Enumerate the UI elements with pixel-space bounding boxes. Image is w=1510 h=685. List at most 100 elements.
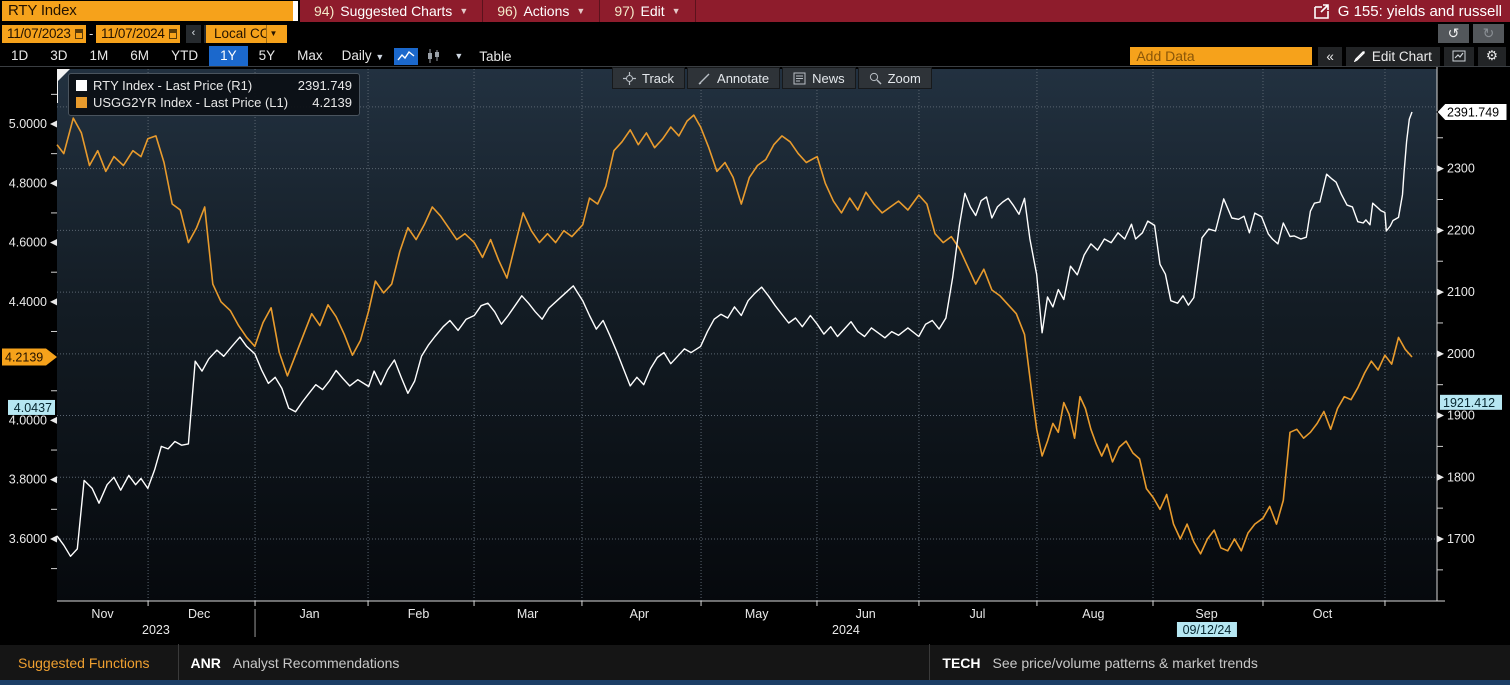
tab-1d[interactable]: 1D xyxy=(0,46,39,66)
taskbar-edge xyxy=(0,680,1510,685)
year-label: 2023 xyxy=(142,623,170,637)
right-axis-label: 1800 xyxy=(1447,470,1475,484)
edit-chart-button[interactable]: Edit Chart xyxy=(1346,47,1440,66)
month-label: Oct xyxy=(1313,607,1333,621)
menu-label: Suggested Charts xyxy=(340,3,452,19)
left-axis-label: 5.0000 xyxy=(9,117,47,131)
tab-3d[interactable]: 3D xyxy=(39,46,78,66)
collapse-panel-button[interactable]: « xyxy=(1318,47,1342,66)
month-label: May xyxy=(745,607,769,621)
legend-row-rty: RTY Index - Last Price (R1) 2391.749 xyxy=(76,77,352,94)
chart-title: G 155: yields and russell xyxy=(1338,3,1502,20)
menu-edit[interactable]: 97) Edit ▼ xyxy=(600,0,695,22)
left-axis-label: 4.8000 xyxy=(9,176,47,190)
undo-button[interactable]: ↺ xyxy=(1438,24,1469,43)
usgg2yr-legend-value: 4.2139 xyxy=(304,95,352,110)
tab-1y-selected[interactable]: 1Y xyxy=(209,46,248,66)
track-label: Track xyxy=(642,71,674,86)
currency-dropdown-arrow[interactable]: ▼ xyxy=(266,25,280,43)
menu-number: 97) xyxy=(614,3,634,19)
news-button[interactable]: News xyxy=(782,67,856,89)
right-tick-arrow xyxy=(1437,535,1444,542)
month-label: Jul xyxy=(969,607,985,621)
text-cursor xyxy=(293,1,298,21)
rty-legend-value: 2391.749 xyxy=(290,78,352,93)
legend-row-usgg2yr: USGG2YR Index - Last Price (L1) 4.2139 xyxy=(76,94,352,111)
redo-icon: ↻ xyxy=(1483,25,1495,41)
chart-type-dropdown-arrow[interactable]: ▼ xyxy=(448,51,469,61)
chart-edit-icon xyxy=(1452,50,1466,62)
tab-ytd[interactable]: YTD xyxy=(160,46,209,66)
security-input-value: RTY Index xyxy=(8,2,77,19)
start-date-field[interactable]: 11/07/2023 xyxy=(2,25,86,43)
annotate-button[interactable]: Annotate xyxy=(687,67,780,89)
calendar-icon[interactable] xyxy=(75,29,83,39)
line-chart-type-button[interactable] xyxy=(394,48,418,65)
rty-swatch xyxy=(76,80,87,91)
price-chart-canvas[interactable]: 5.00004.80004.60004.40004.00003.80003.60… xyxy=(0,67,1510,641)
menu-label: Edit xyxy=(641,3,665,19)
right-tick-arrow xyxy=(1437,165,1444,172)
tech-function-link[interactable]: TECH xyxy=(942,655,980,671)
add-data-input[interactable]: Add Data xyxy=(1130,47,1312,65)
menu-actions[interactable]: 96) Actions ▼ xyxy=(483,0,600,22)
month-label: Jun xyxy=(856,607,876,621)
track-button[interactable]: Track xyxy=(612,67,685,89)
title-bar: RTY Index 94) Suggested Charts ▼ 96) Act… xyxy=(0,0,1510,22)
tab-6m[interactable]: 6M xyxy=(119,46,160,66)
zoom-button[interactable]: Zoom xyxy=(858,67,932,89)
chart-legend[interactable]: RTY Index - Last Price (R1) 2391.749 USG… xyxy=(68,73,360,116)
suggested-functions-label: Suggested Functions xyxy=(0,655,178,671)
month-label: Apr xyxy=(630,607,649,621)
right-axis-label: 2300 xyxy=(1447,162,1475,176)
left-tick-arrow xyxy=(50,535,57,542)
candlestick-chart-type-button[interactable] xyxy=(422,48,446,65)
date-range-dash: - xyxy=(89,25,93,43)
track-crosshair-icon xyxy=(623,72,636,85)
calendar-icon[interactable] xyxy=(169,29,177,39)
plot-background xyxy=(57,69,1437,601)
end-date-field[interactable]: 11/07/2024 xyxy=(96,25,180,43)
chevron-down-icon: ▼ xyxy=(375,52,384,62)
year-label: 2024 xyxy=(832,623,860,637)
anr-function-link[interactable]: ANR xyxy=(191,655,221,671)
right-axis-label: 2000 xyxy=(1447,347,1475,361)
frequency-select[interactable]: Daily ▼ xyxy=(334,46,393,66)
date-bar: 11/07/2023 - 11/07/2024 ‹ › Local CCY ▼ … xyxy=(0,22,1510,46)
left-tick-arrow xyxy=(50,180,57,187)
pencil-icon xyxy=(1354,50,1366,62)
settings-button[interactable]: ⚙ xyxy=(1478,47,1506,66)
month-label: Mar xyxy=(517,607,539,621)
redo-button[interactable]: ↻ xyxy=(1473,24,1504,43)
chevron-down-icon: ▼ xyxy=(576,6,585,16)
chart-area[interactable]: 5.00004.80004.60004.40004.00003.80003.60… xyxy=(0,66,1510,640)
menu-suggested-charts[interactable]: 94) Suggested Charts ▼ xyxy=(300,0,483,22)
frequency-value: Daily xyxy=(342,48,372,63)
start-date-value: 11/07/2023 xyxy=(7,25,71,43)
table-button[interactable]: Table xyxy=(469,49,521,64)
prev-period-button[interactable]: ‹ xyxy=(186,25,201,43)
export-icon[interactable] xyxy=(1314,4,1329,19)
left-tick-arrow xyxy=(50,298,57,305)
candlestick-icon xyxy=(426,49,442,63)
right-axis-label: 2200 xyxy=(1447,223,1475,237)
rty-legend-label: RTY Index - Last Price (R1) xyxy=(93,78,252,93)
month-label: Nov xyxy=(91,607,114,621)
right-axis-label: 1700 xyxy=(1447,532,1475,546)
usgg2yr-swatch xyxy=(76,97,87,108)
news-label: News xyxy=(812,71,845,86)
month-label: Aug xyxy=(1082,607,1104,621)
left-axis-label: 4.0000 xyxy=(9,413,47,427)
suggested-functions-bar: Suggested Functions ANR Analyst Recommen… xyxy=(0,643,1510,680)
left-axis-label: 4.6000 xyxy=(9,236,47,250)
tech-description: See price/volume patterns & market trend… xyxy=(993,655,1258,671)
left-tick-arrow xyxy=(50,239,57,246)
tab-max[interactable]: Max xyxy=(286,46,334,66)
tab-5y[interactable]: 5Y xyxy=(248,46,287,66)
tab-1m[interactable]: 1M xyxy=(79,46,120,66)
left-axis-label: 3.8000 xyxy=(9,473,47,487)
chart-annotations-button[interactable] xyxy=(1444,47,1474,66)
usgg2yr-last-price-value: 4.2139 xyxy=(5,351,43,365)
security-input[interactable]: RTY Index xyxy=(2,1,298,21)
month-label: Dec xyxy=(188,607,210,621)
